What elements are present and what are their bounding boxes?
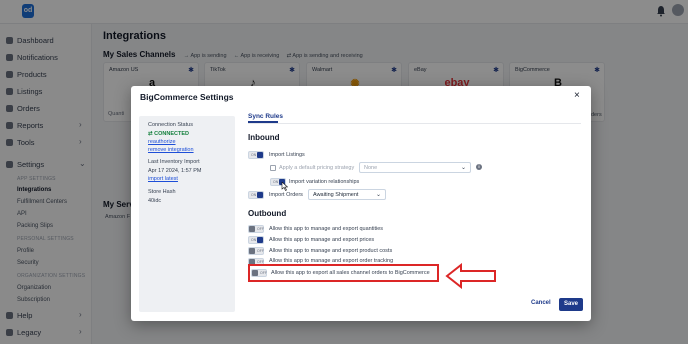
- cancel-button[interactable]: Cancel: [531, 300, 551, 306]
- close-icon[interactable]: ×: [574, 90, 580, 101]
- save-button[interactable]: Save: [559, 298, 583, 311]
- connection-status-label: Connection Status: [148, 122, 193, 128]
- toggle-text: OFF: [257, 249, 264, 253]
- import-latest-link[interactable]: import latest: [148, 176, 178, 182]
- import-listings-label: Import Listings: [269, 152, 305, 158]
- export-quantities-toggle[interactable]: OFF: [248, 225, 264, 233]
- import-variations-label: Import variation relationships: [289, 179, 360, 185]
- modal-title: BigCommerce Settings: [140, 92, 234, 102]
- info-icon[interactable]: i: [476, 164, 482, 170]
- connection-status-value: ⇄ CONNECTED: [148, 131, 189, 137]
- connection-info-panel: Connection Status ⇄ CONNECTED reauthoriz…: [139, 116, 235, 312]
- pricing-strategy-select[interactable]: None ⌄: [359, 162, 471, 173]
- toggle-text: ON: [251, 238, 257, 242]
- import-listings-toggle[interactable]: ON: [248, 151, 264, 159]
- reauthorize-link[interactable]: reauthorize: [148, 139, 176, 145]
- export-product-costs-label: Allow this app to manage and export prod…: [269, 248, 393, 254]
- toggle-text: ON: [273, 180, 279, 184]
- export-product-costs-toggle[interactable]: OFF: [248, 247, 264, 255]
- mouse-cursor-icon: [281, 182, 288, 191]
- chevron-down-icon: ⌄: [375, 192, 381, 198]
- import-orders-label: Import Orders: [269, 192, 303, 198]
- chevron-down-icon: ⌄: [460, 165, 466, 171]
- bigcommerce-settings-modal: BigCommerce Settings × Connection Status…: [131, 86, 591, 321]
- order-status-value: Awaiting Shipment: [313, 192, 359, 198]
- default-pricing-checkbox[interactable]: [270, 165, 276, 171]
- toggle-text: ON: [251, 153, 257, 157]
- toggle-text: ON: [251, 193, 257, 197]
- red-arrow-icon: [445, 263, 496, 289]
- tab-divider: [248, 123, 581, 124]
- export-prices-toggle[interactable]: ON: [248, 236, 264, 244]
- import-orders-toggle[interactable]: ON: [248, 191, 264, 199]
- remove-integration-link[interactable]: remove integration: [148, 147, 194, 153]
- order-status-select[interactable]: Awaiting Shipment ⌄: [308, 189, 386, 200]
- store-hash-label: Store Hash: [148, 189, 176, 195]
- highlight-box: [248, 264, 439, 282]
- last-import-value: Apr 17 2024, 1:57 PM: [148, 168, 202, 174]
- store-hash-value: 40idc: [148, 198, 162, 204]
- tab-sync-rules[interactable]: Sync Rules: [248, 113, 283, 120]
- export-prices-label: Allow this app to manage and export pric…: [269, 237, 375, 243]
- last-import-label: Last Inventory Import: [148, 159, 200, 165]
- toggle-text: OFF: [257, 227, 264, 231]
- outbound-heading: Outbound: [248, 209, 287, 218]
- inbound-heading: Inbound: [248, 133, 280, 142]
- pricing-strategy-value: None: [364, 165, 378, 171]
- export-quantities-label: Allow this app to manage and export quan…: [269, 226, 384, 232]
- default-pricing-label: Apply a default pricing strategy: [279, 165, 355, 171]
